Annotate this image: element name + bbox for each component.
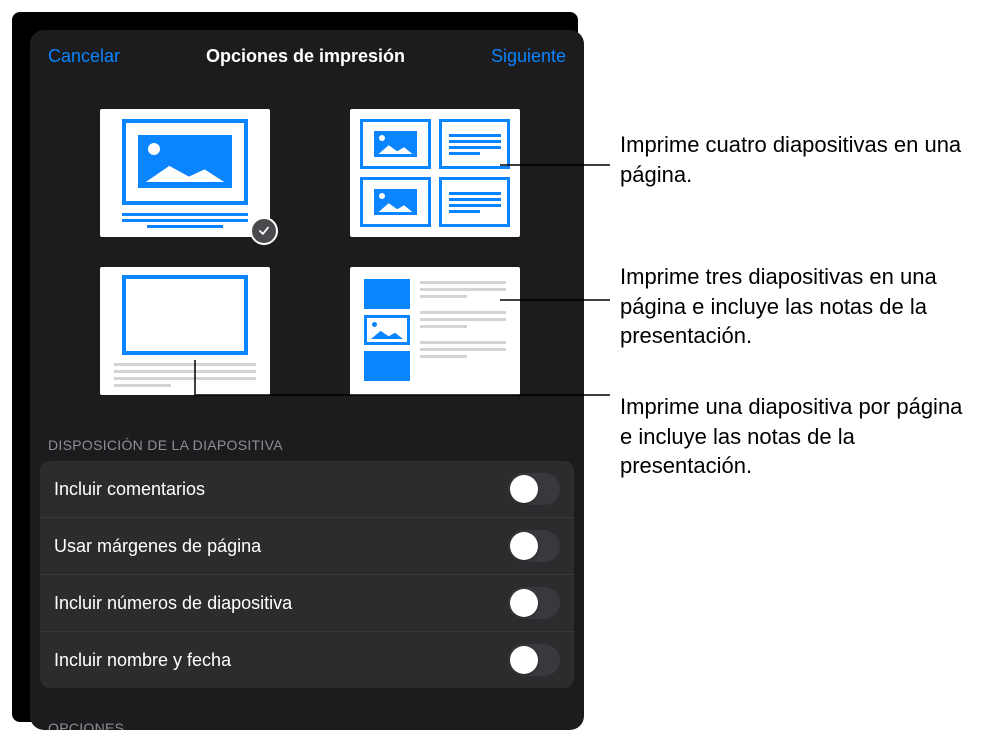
layout-option-four-up[interactable] — [350, 109, 520, 237]
notes-lines-icon — [114, 363, 256, 387]
dialog-header: Cancelar Opciones de impresión Siguiente — [30, 30, 584, 81]
callout-three-notes: Imprime tres diapositivas en una página … — [620, 262, 970, 351]
section-label-layout: DISPOSICIÓN DE LA DIAPOSITIVA — [30, 405, 584, 461]
row-label: Incluir números de diapositiva — [54, 593, 292, 614]
mini-slide-column — [364, 279, 410, 383]
mini-slide-icon — [360, 119, 431, 169]
toggle-usar-margenes[interactable] — [508, 530, 560, 562]
mini-slide-image-icon — [364, 315, 410, 345]
row-incluir-numeros: Incluir números de diapositiva — [40, 575, 574, 632]
layout-thumbnail-grid — [30, 81, 584, 405]
caption-lines-icon — [122, 213, 248, 228]
image-placeholder-icon — [139, 291, 231, 339]
toggle-incluir-nombre-fecha[interactable] — [508, 644, 560, 676]
toggle-incluir-comentarios[interactable] — [508, 473, 560, 505]
row-label: Incluir nombre y fecha — [54, 650, 231, 671]
print-options-dialog: Cancelar Opciones de impresión Siguiente — [30, 30, 584, 730]
selected-checkmark-icon — [250, 217, 278, 245]
cancel-button[interactable]: Cancelar — [48, 46, 120, 67]
row-label: Incluir comentarios — [54, 479, 205, 500]
next-button[interactable]: Siguiente — [491, 46, 566, 67]
layout-option-three-with-notes[interactable] — [350, 267, 520, 395]
toggle-incluir-numeros[interactable] — [508, 587, 560, 619]
slide-thumbnail-icon — [122, 275, 248, 355]
mini-slide-solid-icon — [364, 279, 410, 309]
row-usar-margenes: Usar márgenes de página — [40, 518, 574, 575]
mini-slide-text-icon — [439, 177, 510, 227]
mini-slide-text-icon — [439, 119, 510, 169]
mini-slide-icon — [360, 177, 431, 227]
callout-one-notes: Imprime una diapositiva por página e inc… — [620, 392, 970, 481]
callout-four-up: Imprime cuatro diapositivas en una págin… — [620, 130, 970, 189]
mini-slide-solid-icon — [364, 351, 410, 381]
slide-thumbnail-icon — [122, 119, 248, 205]
section-label-options: OPCIONES — [30, 688, 584, 730]
image-placeholder-icon — [138, 135, 232, 188]
device-frame: Cancelar Opciones de impresión Siguiente — [12, 12, 578, 722]
layout-option-single-slide[interactable] — [100, 109, 270, 237]
row-incluir-nombre-fecha: Incluir nombre y fecha — [40, 632, 574, 688]
row-label: Usar márgenes de página — [54, 536, 261, 557]
notes-lines-column-icon — [420, 279, 506, 383]
dialog-title: Opciones de impresión — [206, 46, 405, 67]
layout-option-one-with-notes[interactable] — [100, 267, 270, 395]
settings-group-layout: Incluir comentarios Usar márgenes de pág… — [40, 461, 574, 688]
row-incluir-comentarios: Incluir comentarios — [40, 461, 574, 518]
